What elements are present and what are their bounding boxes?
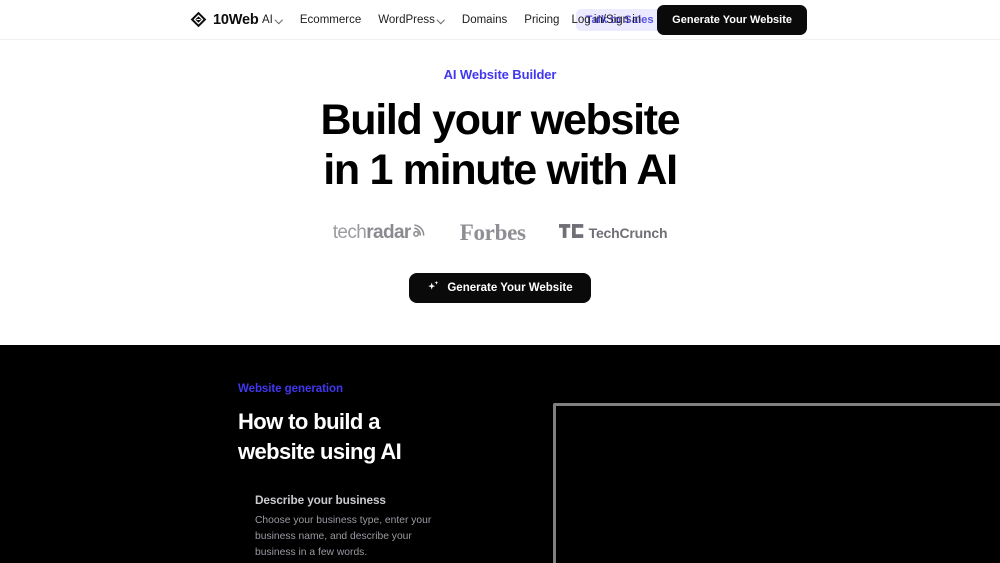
chevron-down-icon [438,17,445,24]
nav-link-pricing[interactable]: Pricing [524,14,559,26]
hero-generate-website-button[interactable]: Generate Your Website [409,273,591,303]
chevron-down-icon [276,17,283,24]
press-logos-row: tech radar Forbes TechCrunch [333,220,668,246]
nav-link-pricing-label: Pricing [524,13,560,26]
nav-right-actions: Log in/Sign in Generate Your Website [571,4,807,35]
hero-cta-wrapper: Generate Your Website [409,273,591,303]
press-logo-techcrunch: TechCrunch [558,223,668,243]
steps-list: Describe your business Choose your busin… [238,493,513,563]
hero-eyebrow: AI Website Builder [443,67,557,82]
techradar-text-light: tech [332,222,367,243]
nav-link-ai-label: AI [262,13,273,26]
nav-link-wordpress-label: WordPress [378,13,435,26]
brand-logo[interactable]: 10Web [190,11,259,28]
login-signin-link[interactable]: Log in/Sign in [571,14,641,26]
techcrunch-mark-icon [558,223,585,243]
step-item[interactable]: Describe your business Choose your busin… [238,493,513,561]
hero-title-line-2: in 1 minute with AI [323,146,678,194]
section-title-line-2: website using AI [238,439,402,464]
nav-link-ai[interactable]: AI [262,14,283,26]
section-eyebrow: Website generation [238,383,343,395]
forbes-wordmark: Forbes [459,220,526,245]
section-title-line-1: How to build a [238,409,381,434]
sparkle-icon [427,280,440,296]
wave-signal-icon [412,223,427,243]
nav-link-wordpress[interactable]: WordPress [378,14,445,26]
nav-generate-website-button[interactable]: Generate Your Website [657,4,807,35]
nav-link-domains[interactable]: Domains [462,14,507,26]
hero-section: AI Website Builder Build your website in… [0,40,1000,345]
press-logo-forbes: Forbes [460,220,526,246]
nav-link-ecommerce-label: Ecommerce [299,13,362,26]
diamond-logo-icon [190,11,207,28]
step-title: Describe your business [255,493,386,507]
video-player-frame[interactable] [553,403,1000,563]
techcrunch-wordmark: TechCrunch [588,225,668,241]
brand-name: 10Web [213,11,259,28]
page-title: Build your website in 1 minute with AI [320,95,681,195]
section-title: How to build a website using AI [238,407,513,467]
press-logo-techradar: tech radar [333,222,427,244]
step-description: Choose your business type, enter your bu… [255,515,432,558]
nav-link-ecommerce[interactable]: Ecommerce [300,14,361,26]
techradar-text-bold: radar [366,222,411,243]
hero-title-line-1: Build your website [320,96,681,144]
how-to-build-text-column: Website generation How to build a websit… [238,383,513,563]
nav-link-domains-label: Domains [461,13,508,26]
top-navigation-bar: 10Web AI Ecommerce WordPress Domains Pri… [0,0,1000,40]
how-to-build-section: Website generation How to build a websit… [0,345,1000,563]
hero-cta-label: Generate Your Website [447,282,573,294]
